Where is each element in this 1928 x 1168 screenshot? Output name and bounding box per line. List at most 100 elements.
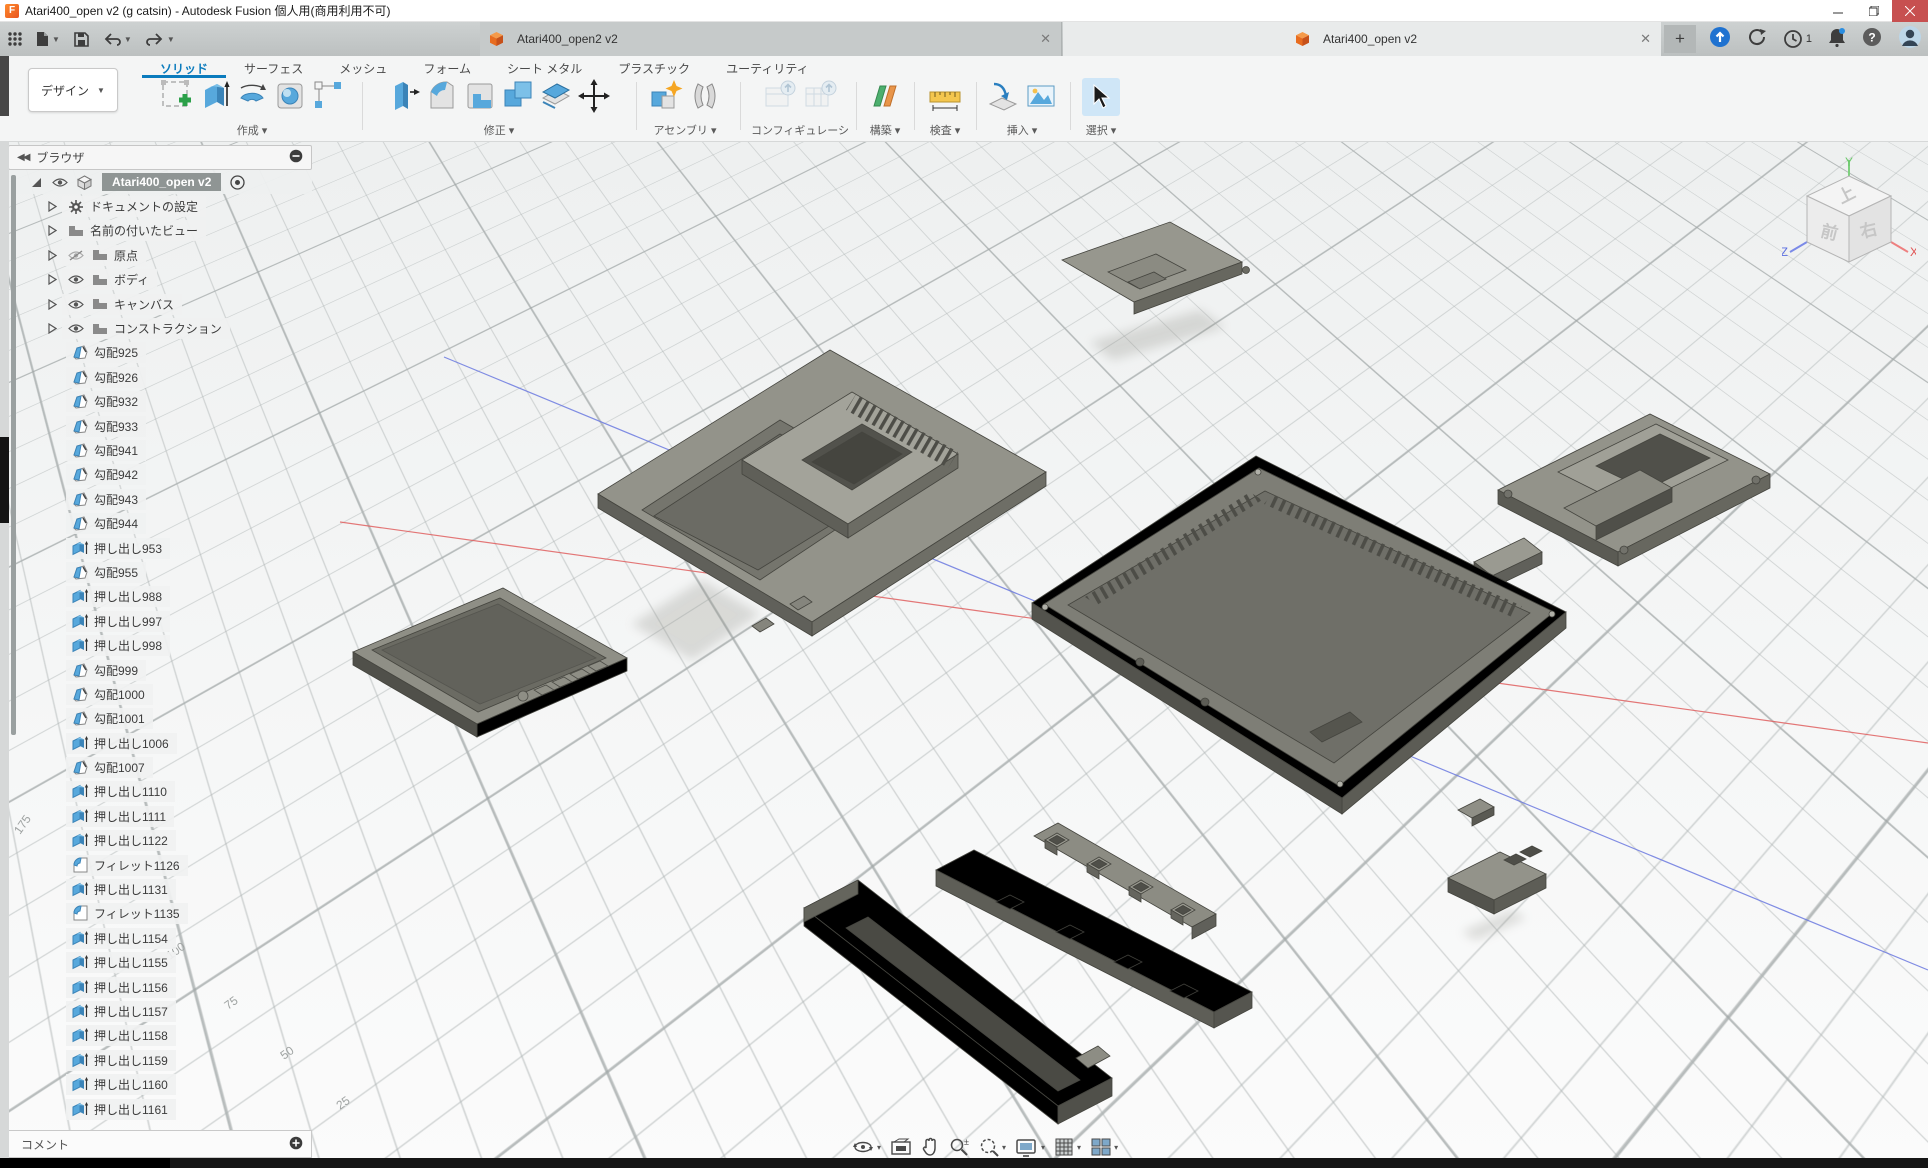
view-cube[interactable]: Y Z X 上 前 右 (1782, 156, 1916, 278)
browser-scrollbar[interactable] (11, 175, 16, 735)
tab-close-icon[interactable]: ✕ (1040, 31, 1051, 47)
browser-feature-24[interactable]: 押し出し1154 (8, 926, 312, 950)
minimize-button[interactable] (1820, 0, 1856, 22)
browser-feature-21[interactable]: フィレット1126 (8, 853, 312, 877)
new-tab-button[interactable]: + (1664, 25, 1696, 53)
browser-feature-26[interactable]: 押し出し1156 (8, 975, 312, 999)
browser-feature-11[interactable]: 押し出し997 (8, 609, 312, 633)
expand-caret-icon[interactable] (48, 225, 62, 236)
job-status-icon[interactable] (1747, 27, 1767, 52)
browser-feature-23[interactable]: フィレット1135 (8, 902, 312, 926)
group-label-assemble[interactable]: アセンブリ ▾ (642, 122, 728, 138)
visibility-eye-icon[interactable] (66, 274, 86, 285)
group-label-construct[interactable]: 構築 ▾ (862, 122, 908, 138)
browser-folder-4[interactable]: キャンバス (8, 292, 312, 316)
group-label-select[interactable]: 選択 ▾ (1078, 122, 1124, 138)
part-keyboard-plate[interactable] (353, 588, 627, 737)
redo-icon[interactable]: ▼ (146, 32, 175, 46)
browser-feature-18[interactable]: 押し出し1110 (8, 780, 312, 804)
select-tool-button[interactable] (1082, 78, 1120, 116)
expand-caret-icon[interactable] (48, 274, 62, 285)
pattern-button[interactable] (311, 78, 345, 121)
browser-header[interactable]: ◀◀ ブラウザ (8, 145, 312, 170)
model-viewport[interactable]: 175 100 75 50 25 (0, 142, 1928, 1168)
browser-feature-0[interactable]: 勾配925 (8, 341, 312, 365)
browser-folder-2[interactable]: 原点 (8, 243, 312, 267)
browser-feature-25[interactable]: 押し出し1155 (8, 951, 312, 975)
document-tab-inactive[interactable]: Atari400_open2 v2 ✕ (480, 22, 1062, 56)
activate-radio-icon[interactable] (227, 175, 247, 190)
visibility-eye-off-icon[interactable] (66, 250, 86, 261)
browser-feature-1[interactable]: 勾配926 (8, 365, 312, 389)
close-button[interactable] (1892, 0, 1928, 22)
history-clock-icon[interactable]: 1 (1783, 29, 1812, 49)
browser-feature-3[interactable]: 勾配933 (8, 414, 312, 438)
fillet-button[interactable] (425, 78, 459, 121)
ribbon-tab-2[interactable]: メッシュ (321, 58, 405, 78)
browser-feature-8[interactable]: 押し出し953 (8, 536, 312, 560)
offset-face-button[interactable] (539, 78, 573, 121)
document-tab-active[interactable]: Atari400_open v2 ✕ (1063, 22, 1661, 56)
browser-feature-14[interactable]: 勾配1000 (8, 682, 312, 706)
browser-feature-30[interactable]: 押し出し1160 (8, 1072, 312, 1096)
pan-icon[interactable] (921, 1137, 939, 1157)
browser-feature-13[interactable]: 勾配999 (8, 658, 312, 682)
tab-close-icon[interactable]: ✕ (1640, 31, 1651, 47)
expand-caret-icon[interactable] (26, 177, 46, 188)
fit-icon[interactable]: ▾ (979, 1137, 1006, 1157)
browser-feature-17[interactable]: 勾配1007 (8, 755, 312, 779)
ribbon-tab-4[interactable]: シート メタル (489, 58, 600, 78)
press-pull-button[interactable] (387, 78, 421, 121)
part-right-shell[interactable] (1498, 414, 1770, 566)
browser-feature-27[interactable]: 押し出し1157 (8, 999, 312, 1023)
browser-feature-28[interactable]: 押し出し1158 (8, 1024, 312, 1048)
group-label-modify[interactable]: 修正 ▾ (368, 122, 630, 138)
part-small-connector[interactable] (1448, 846, 1546, 914)
undo-icon[interactable]: ▼ (103, 32, 132, 46)
part-bottom-shell[interactable] (1032, 456, 1566, 814)
ribbon-tab-1[interactable]: サーフェス (226, 58, 321, 78)
browser-feature-12[interactable]: 押し出し998 (8, 633, 312, 657)
browser-feature-29[interactable]: 押し出し1159 (8, 1048, 312, 1072)
browser-root-row[interactable]: Atari400_open v2 (8, 170, 312, 194)
expand-caret-icon[interactable] (48, 323, 62, 334)
help-icon[interactable]: ? (1862, 27, 1882, 52)
browser-feature-6[interactable]: 勾配943 (8, 487, 312, 511)
file-menu-icon[interactable]: ▼ (36, 31, 60, 47)
construction-plane-button[interactable] (868, 78, 902, 121)
browser-feature-4[interactable]: 勾配941 (8, 438, 312, 462)
browser-feature-5[interactable]: 勾配942 (8, 463, 312, 487)
viewports-icon[interactable]: ▾ (1091, 1138, 1118, 1156)
display-settings-icon[interactable]: ▾ (1016, 1138, 1045, 1157)
add-comment-icon[interactable] (289, 1136, 303, 1153)
notifications-bell-icon[interactable] (1828, 27, 1846, 52)
collapse-panel-icon[interactable]: ◀◀ (17, 152, 28, 163)
browser-feature-16[interactable]: 押し出し1006 (8, 731, 312, 755)
new-component-button[interactable] (648, 78, 684, 121)
browser-feature-22[interactable]: 押し出し1131 (8, 877, 312, 901)
upgrade-icon[interactable] (1709, 26, 1731, 53)
browser-feature-19[interactable]: 押し出し1111 (8, 804, 312, 828)
group-label-insert[interactable]: 挿入 ▾ (982, 122, 1062, 138)
account-avatar[interactable] (1898, 25, 1922, 54)
browser-folder-3[interactable]: ボディ (8, 268, 312, 292)
maximize-button[interactable] (1856, 0, 1892, 22)
browser-feature-20[interactable]: 押し出し1122 (8, 829, 312, 853)
browser-folder-0[interactable]: ドキュメントの設定 (8, 194, 312, 218)
part-top-shell[interactable] (598, 350, 1046, 636)
expand-caret-icon[interactable] (48, 250, 62, 261)
visibility-eye-icon[interactable] (50, 177, 70, 188)
browser-folder-5[interactable]: コンストラクション (8, 316, 312, 340)
create-sketch-button[interactable] (159, 78, 193, 121)
save-icon[interactable] (74, 32, 89, 47)
move-button[interactable] (577, 78, 611, 121)
browser-feature-15[interactable]: 勾配1001 (8, 707, 312, 731)
revolve-button[interactable] (235, 78, 269, 121)
browser-feature-31[interactable]: 押し出し1161 (8, 1097, 312, 1121)
joint-button[interactable] (688, 78, 722, 121)
extrude-button[interactable] (197, 78, 231, 121)
configure-button[interactable] (762, 78, 798, 121)
minimize-panel-icon[interactable] (289, 149, 303, 166)
measure-button[interactable] (927, 78, 963, 121)
insert-derive-button[interactable] (986, 78, 1020, 121)
